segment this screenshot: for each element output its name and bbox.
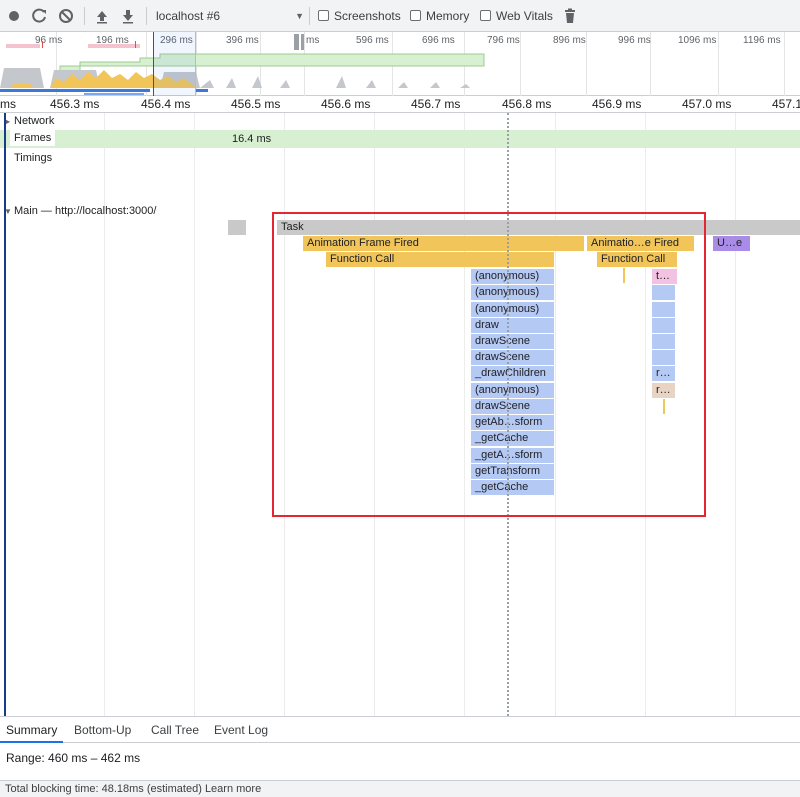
frame-duration: 16.4 ms (232, 133, 272, 145)
toolbar-divider (146, 7, 147, 25)
timings-track-label[interactable]: Timings (14, 152, 52, 164)
ruler-tick-label: 456.6 ms (321, 97, 371, 111)
frames-track[interactable] (0, 130, 800, 148)
selection-start-marker (4, 113, 6, 716)
ruler-tick-label: 456.5 ms (231, 97, 281, 111)
screenshots-checkbox[interactable]: Screenshots (318, 9, 401, 23)
ruler-tick-label: 456.3 ms (50, 97, 100, 111)
flame-event-purple[interactable]: U…e (713, 236, 750, 251)
web-vitals-label: Web Vitals (496, 9, 553, 23)
overview-selection-window[interactable] (153, 32, 196, 96)
time-ruler[interactable]: ms 456.3 ms 456.4 ms 456.5 ms 456.6 ms 4… (0, 96, 800, 113)
recording-select-value: localhost #6 (156, 9, 221, 23)
toolbar-divider (309, 7, 310, 25)
timeline-gridline (194, 113, 195, 716)
clear-icon[interactable] (58, 8, 74, 24)
toolbar: localhost #6 ▼ Screenshots Memory Web Vi… (0, 0, 800, 32)
flame-event-task-small[interactable] (228, 220, 246, 235)
checkbox-box[interactable] (318, 10, 329, 21)
ruler-tick-label: 456.4 ms (141, 97, 191, 111)
download-icon[interactable] (120, 8, 136, 24)
tab-bottom-up[interactable]: Bottom-Up (68, 717, 137, 743)
toolbar-divider (84, 7, 85, 25)
screenshots-label: Screenshots (334, 9, 401, 23)
web-vitals-checkbox[interactable]: Web Vitals (480, 9, 553, 23)
chevron-down-icon: ▼ (295, 11, 304, 21)
tab-event-log[interactable]: Event Log (208, 717, 274, 743)
main-track-header[interactable]: ▼ Main — http://localhost:3000/ (4, 205, 156, 217)
ruler-tick-label: ms (0, 97, 16, 111)
ruler-tick-label: 456.7 ms (411, 97, 461, 111)
total-blocking-time: Total blocking time: 48.18ms (estimated) (5, 783, 202, 795)
summary-range: Range: 460 ms – 462 ms (6, 751, 141, 765)
reload-icon[interactable] (32, 8, 48, 24)
trash-icon[interactable] (562, 8, 578, 24)
ruler-tick-label: 456.8 ms (502, 97, 552, 111)
details-tab-bar: Summary Bottom-Up Call Tree Event Log (0, 716, 800, 743)
memory-checkbox[interactable]: Memory (410, 9, 469, 23)
ruler-tick-label: 456.9 ms (592, 97, 642, 111)
tab-summary[interactable]: Summary (0, 717, 64, 743)
learn-more-link[interactable]: Learn more (205, 783, 261, 795)
ruler-tick-label: 457.1 (772, 97, 800, 111)
checkbox-box[interactable] (480, 10, 491, 21)
timeline-gridline (735, 113, 736, 716)
network-track-label: Network (14, 115, 55, 127)
upload-icon[interactable] (94, 8, 110, 24)
memory-label: Memory (426, 9, 470, 23)
network-track-header[interactable]: ▶ Network (4, 115, 54, 127)
frames-track-label: Frames (10, 130, 56, 146)
recording-select[interactable]: localhost #6 ▼ (156, 5, 304, 27)
timeline-overview[interactable]: 96 ms 196 ms 296 ms 396 ms ms 596 ms 696… (0, 32, 800, 96)
ruler-tick-label: 457.0 ms (682, 97, 732, 111)
overview-activity-graph (0, 34, 485, 95)
timeline-gridline (104, 113, 105, 716)
tab-call-tree[interactable]: Call Tree (145, 717, 205, 743)
main-track-label: Main — http://localhost:3000/ (14, 205, 157, 217)
highlight-annotation-box (272, 212, 706, 517)
status-footer: Total blocking time: 48.18ms (estimated)… (0, 780, 800, 797)
checkbox-box[interactable] (410, 10, 421, 21)
record-icon[interactable] (8, 8, 24, 24)
